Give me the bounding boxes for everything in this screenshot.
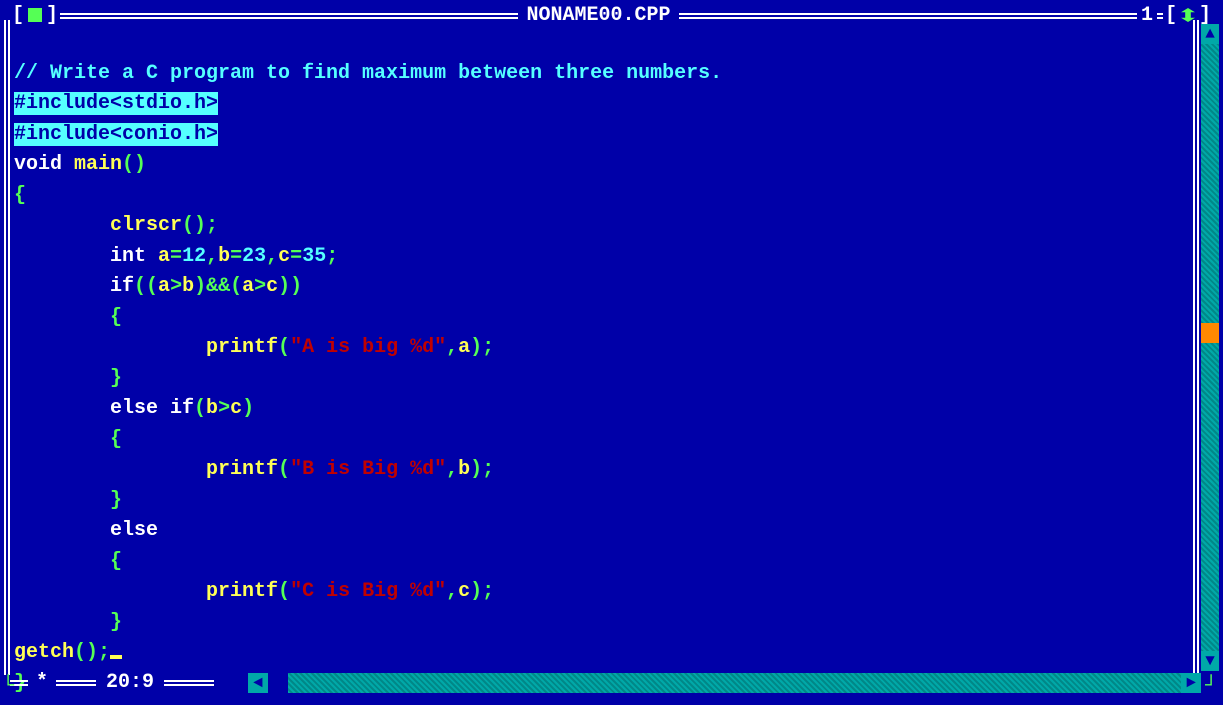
code-num: 35: [302, 245, 326, 268]
code-include: #include<stdio.h>: [14, 92, 218, 115]
code-punct: ,: [446, 458, 458, 481]
code-punct: )&&(: [194, 275, 242, 298]
code-id: b: [182, 275, 194, 298]
code-num: 23: [242, 245, 266, 268]
code-punct: ;: [326, 245, 338, 268]
code-id: c: [230, 397, 242, 420]
code-fn: printf: [14, 580, 278, 603]
bracket-right: ]: [46, 4, 58, 27]
code-punct: >: [218, 397, 230, 420]
close-icon: [28, 8, 42, 22]
code-id: b: [206, 397, 218, 420]
code-string: "C is Big %d": [290, 580, 446, 603]
cursor-position: 20:9: [96, 671, 164, 694]
code-punct: =: [290, 245, 302, 268]
modified-marker: *: [28, 671, 56, 694]
code-punct: ((: [134, 275, 158, 298]
code-punct: (: [278, 458, 290, 481]
code-fn: main: [62, 153, 122, 176]
code-punct: {: [14, 428, 122, 451]
code-id: c: [458, 580, 470, 603]
code-punct: {: [14, 550, 122, 573]
code-punct: >: [170, 275, 182, 298]
code-punct: >: [254, 275, 266, 298]
code-editor[interactable]: // Write a C program to find maximum bet…: [14, 28, 1199, 669]
close-box[interactable]: [ ]: [10, 4, 60, 27]
window-title: NONAME00.CPP: [518, 4, 678, 27]
code-string: "A is big %d": [290, 336, 446, 359]
code-punct: (: [278, 336, 290, 359]
code-punct: =: [170, 245, 182, 268]
bracket-left: [: [12, 4, 24, 27]
code-id: a: [458, 336, 470, 359]
code-id: a: [158, 275, 170, 298]
code-keyword: int: [14, 245, 146, 268]
resize-corner-bl[interactable]: └: [2, 679, 18, 695]
code-num: 12: [182, 245, 206, 268]
code-punct: ,: [206, 245, 218, 268]
code-punct: }: [14, 489, 122, 512]
code-keyword: else if: [14, 397, 194, 420]
code-punct: ): [242, 397, 254, 420]
border-line: [679, 13, 1137, 19]
code-punct: );: [470, 580, 494, 603]
code-punct: (): [122, 153, 146, 176]
border-line: [164, 680, 214, 686]
scroll-down-icon[interactable]: ▼: [1201, 651, 1219, 671]
code-punct: ,: [446, 336, 458, 359]
code-punct: ,: [446, 580, 458, 603]
code-punct: {: [14, 184, 26, 207]
code-punct: (: [194, 397, 206, 420]
code-punct: )): [278, 275, 302, 298]
code-string: "B is Big %d": [290, 458, 446, 481]
border-left: [4, 20, 10, 675]
code-id: b: [458, 458, 470, 481]
code-id: a: [146, 245, 170, 268]
code-fn: clrscr: [14, 214, 182, 237]
code-keyword: else: [14, 519, 158, 542]
code-include: #include<conio.h>: [14, 123, 218, 146]
code-punct: }: [14, 367, 122, 390]
code-punct: {: [14, 306, 122, 329]
code-punct: );: [470, 458, 494, 481]
resize-corner-br[interactable]: ┘: [1205, 679, 1221, 695]
vertical-scrollbar[interactable]: ▲ ▼: [1201, 24, 1219, 671]
text-cursor: [110, 655, 122, 659]
code-fn: printf: [14, 458, 278, 481]
border-line: [56, 680, 96, 686]
code-punct: (: [278, 580, 290, 603]
scroll-right-icon[interactable]: ►: [1181, 673, 1201, 693]
editor-window: [ ] NONAME00.CPP 1 [ ] // Write a C prog…: [0, 0, 1223, 705]
scroll-track[interactable]: [1201, 44, 1219, 651]
code-keyword: if: [14, 275, 134, 298]
scroll-left-icon[interactable]: ◄: [248, 673, 268, 693]
title-bar: [ ] NONAME00.CPP 1 [ ]: [10, 4, 1213, 26]
code-id: a: [242, 275, 254, 298]
code-comment: // Write a C program to find maximum bet…: [14, 62, 722, 85]
code-punct: ();: [182, 214, 218, 237]
code-punct: ();: [74, 641, 110, 664]
scroll-hthumb[interactable]: [268, 673, 288, 693]
code-id: b: [218, 245, 230, 268]
scroll-up-icon[interactable]: ▲: [1201, 24, 1219, 44]
code-keyword: void: [14, 153, 62, 176]
scroll-htrack[interactable]: [268, 673, 1181, 693]
code-punct: }: [14, 611, 122, 634]
code-punct: =: [230, 245, 242, 268]
horizontal-scrollbar[interactable]: ◄ ►: [248, 673, 1201, 693]
window-number: 1: [1137, 4, 1157, 27]
code-punct: );: [470, 336, 494, 359]
code-fn: printf: [14, 336, 278, 359]
border-line: [60, 13, 518, 19]
bracket-left: [: [1165, 4, 1177, 27]
code-id: c: [278, 245, 290, 268]
scroll-thumb[interactable]: [1201, 323, 1219, 343]
code-fn: getch: [14, 641, 74, 664]
code-punct: ,: [266, 245, 278, 268]
code-id: c: [266, 275, 278, 298]
